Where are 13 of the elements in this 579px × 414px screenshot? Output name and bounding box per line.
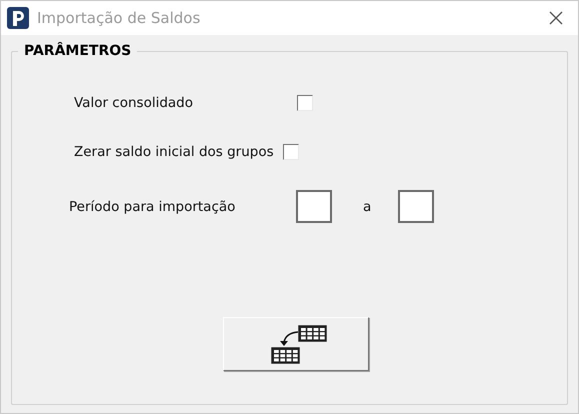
period-label: Período para importação bbox=[69, 198, 236, 214]
app-logo-icon bbox=[7, 7, 29, 29]
close-icon[interactable] bbox=[548, 10, 564, 26]
period-start-field[interactable] bbox=[296, 190, 332, 223]
checkbox[interactable] bbox=[297, 95, 313, 111]
checkbox-label: Zerar saldo inicial dos grupos bbox=[74, 144, 274, 160]
period-end-field[interactable] bbox=[398, 190, 434, 223]
window-title: Importação de Saldos bbox=[37, 9, 202, 27]
group-title: PARÂMETROS bbox=[23, 43, 132, 59]
range-separator: a bbox=[363, 198, 372, 214]
checkbox[interactable] bbox=[282, 144, 299, 160]
import-button[interactable] bbox=[222, 317, 368, 371]
checkbox-label: Valor consolidado bbox=[74, 95, 194, 111]
